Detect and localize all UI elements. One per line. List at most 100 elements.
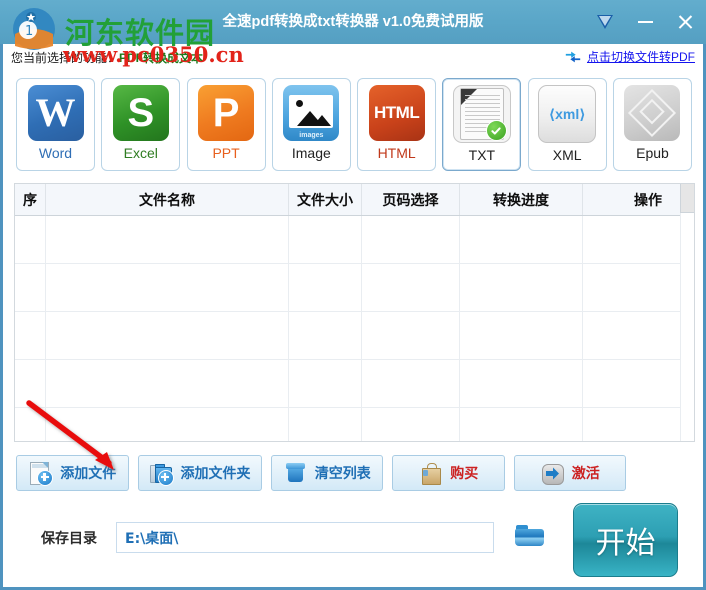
format-label-html: HTML: [377, 145, 416, 161]
cell-filename: [45, 215, 289, 264]
application-window: 全速pdf转换成txt转换器 v1.0免费试用版 您当前选择的功能：PDF转换成…: [0, 0, 706, 590]
format-label-ppt: PPT: [212, 145, 240, 161]
cell-filesize: [288, 407, 362, 441]
cell-operation: [582, 263, 694, 312]
add-file-button[interactable]: 添加文件: [16, 455, 129, 491]
format-button-image[interactable]: images Image: [271, 78, 351, 171]
epub-diamond-shape: [628, 88, 677, 138]
ppt-icon: P: [198, 85, 255, 141]
table-row[interactable]: [15, 263, 694, 312]
html-icon-text: HTML: [374, 103, 420, 122]
buy-label: 购买: [450, 466, 479, 482]
selected-check-icon: [485, 120, 507, 141]
column-header-filename[interactable]: 文件名称: [45, 184, 289, 216]
table-header-row: 序 文件名称 文件大小 页码选择 转换进度 操作: [15, 184, 694, 216]
shopping-bag-icon: [418, 461, 443, 486]
table-row[interactable]: [15, 407, 694, 441]
cell-operation: [582, 215, 694, 264]
close-icon: [677, 14, 693, 30]
word-icon-letter: W: [35, 90, 76, 135]
cell-filename: [45, 359, 289, 408]
window-controls: [592, 0, 698, 44]
current-function-status: 您当前选择的功能：PDF转换成文本: [11, 49, 203, 66]
cell-filename: [45, 407, 289, 441]
cell-filename: [45, 263, 289, 312]
clear-list-button[interactable]: 清空列表: [270, 455, 383, 491]
action-button-bar: 添加文件 添加文件夹 清空列表 购买 激活: [16, 455, 626, 491]
vertical-scrollbar[interactable]: [680, 213, 694, 441]
cell-index: [15, 359, 46, 408]
column-header-index[interactable]: 序: [15, 184, 46, 216]
folder-open-icon: [515, 529, 544, 546]
cell-pagerange: [361, 359, 460, 408]
format-label-image: Image: [291, 145, 331, 161]
save-directory-input[interactable]: [116, 522, 494, 553]
start-button[interactable]: 开始: [573, 503, 678, 577]
switch-to-pdf-link[interactable]: 点击切换文件转PDF: [564, 48, 695, 65]
format-button-xml[interactable]: ⟨xml⟩ XML: [527, 78, 607, 171]
clear-list-label: 清空列表: [314, 466, 371, 482]
current-function-value: PDF转换成文本: [119, 51, 204, 65]
swap-arrows-icon: [565, 51, 581, 62]
cell-filesize: [288, 311, 362, 360]
cell-pagerange: [361, 263, 460, 312]
column-header-progress[interactable]: 转换进度: [459, 184, 583, 216]
cell-operation: [582, 311, 694, 360]
activate-label: 激活: [571, 466, 600, 482]
picture-mountain-2: [313, 114, 332, 126]
folder-plus-icon: [149, 461, 174, 486]
status-strip: 您当前选择的功能：PDF转换成文本 点击切换文件转PDF: [3, 44, 703, 72]
buy-button[interactable]: 购买: [392, 455, 505, 491]
format-button-excel[interactable]: S Excel: [101, 78, 181, 171]
add-folder-button[interactable]: 添加文件夹: [137, 455, 262, 491]
cell-index: [15, 407, 46, 441]
file-plus-icon: [28, 461, 54, 486]
output-format-selector: W Word S Excel P PPT images Image HTML H…: [16, 78, 692, 171]
format-label-word: Word: [38, 145, 73, 161]
minimize-to-tray-button[interactable]: [592, 8, 618, 36]
scrollbar-header-cap: [680, 184, 694, 213]
arrow-right-icon: [540, 461, 565, 486]
table-row[interactable]: [15, 311, 694, 360]
column-header-pagerange[interactable]: 页码选择: [361, 184, 460, 216]
image-icon: images: [283, 85, 340, 141]
close-button[interactable]: [672, 8, 698, 36]
format-label-excel: Excel: [123, 145, 158, 161]
cell-index: [15, 263, 46, 312]
format-label-xml: XML: [552, 147, 582, 163]
format-button-word[interactable]: W Word: [16, 78, 95, 171]
minimize-button[interactable]: [632, 8, 658, 36]
browse-directory-button[interactable]: [515, 525, 545, 551]
format-button-epub[interactable]: Epub: [612, 78, 692, 171]
picture-sun: [296, 99, 304, 107]
cell-filesize: [288, 359, 362, 408]
cell-progress: [459, 215, 583, 264]
excel-icon-letter: S: [127, 91, 155, 135]
activate-button[interactable]: 激活: [513, 455, 626, 491]
picture-frame-icon: [289, 94, 334, 128]
column-header-operation[interactable]: 操作: [582, 184, 694, 216]
cell-operation: [582, 407, 694, 441]
cell-progress: [459, 407, 583, 441]
format-button-html[interactable]: HTML HTML: [357, 78, 437, 171]
txt-document-icon: txt: [459, 88, 507, 141]
minimize-icon: [637, 21, 653, 23]
cell-index: [15, 311, 46, 360]
column-header-filesize[interactable]: 文件大小: [288, 184, 362, 216]
cell-filename: [45, 311, 289, 360]
excel-icon: S: [112, 85, 169, 141]
file-list-table: 序 文件名称 文件大小 页码选择 转换进度 操作: [15, 184, 694, 441]
format-label-epub: Epub: [636, 145, 669, 161]
format-button-ppt[interactable]: P PPT: [186, 78, 266, 171]
xml-icon-text: ⟨xml⟩: [548, 105, 586, 122]
table-row[interactable]: [15, 215, 694, 264]
tray-arrow-icon: [596, 14, 614, 30]
format-button-txt[interactable]: txt TXT: [442, 78, 522, 171]
table-row[interactable]: [15, 359, 694, 408]
xml-icon: ⟨xml⟩: [538, 85, 597, 143]
html-icon: HTML: [368, 85, 425, 141]
txt-icon: txt: [452, 85, 511, 143]
image-icon-caption: images: [299, 132, 324, 139]
cell-index: [15, 215, 46, 264]
title-bar: 全速pdf转换成txt转换器 v1.0免费试用版: [0, 0, 706, 44]
